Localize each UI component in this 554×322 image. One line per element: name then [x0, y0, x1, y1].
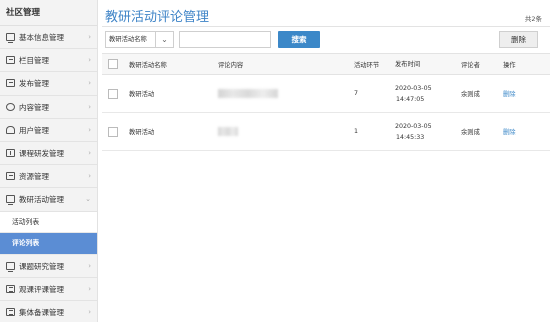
sidebar-item-column[interactable]: 栏目管理 › [0, 49, 97, 73]
cell-step: 7 [354, 90, 359, 97]
cell-step: 1 [354, 128, 359, 135]
toolbar: 教研活动名称 ⌄ 搜索 删除 [105, 31, 545, 48]
cell-activity-name: 教研活动 [129, 129, 155, 136]
user-icon [6, 125, 15, 134]
sidebar-item-label: 课程研发管理 [19, 148, 64, 158]
cell-time: 2020-03-05 14:47:05 [395, 75, 432, 112]
chevron-right-icon: › [88, 284, 91, 293]
chevron-right-icon: › [88, 56, 91, 65]
monitor-icon [6, 261, 15, 272]
chevron-right-icon: › [88, 172, 91, 181]
title-divider [102, 26, 550, 27]
cell-clock: 14:47:05 [396, 95, 425, 103]
row-checkbox[interactable] [108, 126, 118, 137]
sidebar-item-label: 栏目管理 [19, 56, 49, 66]
row-checkbox[interactable] [108, 88, 118, 99]
sidebar: 社区管理 基本信息管理 › 栏目管理 › 发布管理 › 内容管理 › 用户管理 … [0, 0, 98, 322]
redacted-content [218, 89, 278, 98]
delete-button[interactable]: 删除 [499, 31, 538, 48]
cell-activity-name: 教研活动 [129, 91, 155, 98]
column-header-time: 发布时间 [395, 60, 421, 68]
cell-time: 2020-03-05 14:45:33 [395, 113, 432, 150]
monitor-icon [6, 33, 15, 43]
sidebar-item-course-dev[interactable]: 课程研发管理 › [0, 142, 97, 166]
sidebar-item-research[interactable]: 课题研究管理 › [0, 255, 97, 278]
chevron-right-icon: › [88, 307, 91, 316]
cell-clock: 14:45:33 [396, 133, 425, 141]
filter-select-value: 教研活动名称 [109, 36, 147, 43]
list-icon [6, 172, 15, 181]
column-header-content: 评论内容 [218, 61, 244, 69]
monitor-icon [6, 195, 15, 206]
sidebar-item-label: 课题研究管理 [19, 261, 64, 271]
column-header-author: 评论者 [461, 61, 480, 69]
sidebar-item-lesson-review[interactable]: 观课评课管理 › [0, 278, 97, 301]
sidebar-item-label: 资源管理 [19, 172, 49, 182]
column-header-operation: 操作 [503, 61, 516, 69]
list-icon [6, 79, 15, 88]
list-icon [6, 307, 15, 316]
cell-date: 2020-03-05 [395, 122, 432, 130]
table-row: 教研活动 7 2020-03-05 14:47:05 余则成 删除 [102, 75, 550, 113]
sidebar-item-publish[interactable]: 发布管理 › [0, 72, 97, 96]
sidebar-item-label: 用户管理 [19, 125, 49, 135]
sidebar-subitem-activity-list[interactable]: 活动列表 [0, 211, 97, 233]
upload-icon [6, 148, 15, 157]
sidebar-item-content[interactable]: 内容管理 › [0, 96, 97, 119]
redacted-content [218, 127, 238, 136]
sidebar-item-label: 基本信息管理 [19, 33, 64, 42]
sidebar-item-label: 发布管理 [19, 79, 49, 89]
sidebar-item-label: 观课评课管理 [19, 284, 64, 294]
chat-icon [6, 102, 15, 111]
sidebar-item-user[interactable]: 用户管理 › [0, 119, 97, 142]
chevron-right-icon: › [88, 33, 91, 41]
table-row: 教研活动 1 2020-03-05 14:45:33 余则成 删除 [102, 113, 550, 151]
sidebar-item-group-prep[interactable]: 集体备课管理 › [0, 301, 97, 322]
list-icon [6, 284, 15, 293]
sidebar-item-label: 集体备课管理 [19, 307, 64, 317]
sidebar-item-basic-info[interactable]: 基本信息管理 › [0, 26, 97, 50]
list-icon [6, 56, 15, 65]
cell-author: 余则成 [461, 91, 480, 98]
search-button[interactable]: 搜索 [278, 31, 320, 48]
chevron-right-icon: › [88, 102, 91, 111]
chevron-down-icon[interactable]: ⌄ [155, 32, 173, 47]
cell-author: 余则成 [461, 129, 480, 136]
main-panel: 教研活动评论管理 共2条 教研活动名称 ⌄ 搜索 删除 教研活动名称 评论内容 … [98, 0, 554, 322]
chevron-down-icon: ⌄ [85, 195, 91, 204]
row-delete-link[interactable]: 删除 [503, 89, 516, 98]
select-all-checkbox[interactable] [108, 59, 118, 69]
comment-table: 教研活动名称 评论内容 活动环节 发布时间 评论者 操作 教研活动 7 2020… [102, 53, 550, 151]
column-header-activity-name: 教研活动名称 [129, 61, 167, 69]
column-header-step: 活动环节 [354, 61, 380, 69]
total-count: 共2条 [524, 15, 542, 23]
chevron-right-icon: › [88, 79, 91, 88]
chevron-right-icon: › [88, 261, 91, 270]
search-input[interactable] [179, 31, 271, 48]
cell-comment-content [218, 75, 278, 112]
chevron-right-icon: › [88, 125, 91, 134]
sidebar-item-label: 内容管理 [19, 102, 49, 112]
page-title: 教研活动评论管理 [105, 10, 210, 25]
sidebar-title: 社区管理 [0, 0, 97, 26]
row-delete-link[interactable]: 删除 [503, 127, 516, 136]
chevron-right-icon: › [88, 148, 91, 157]
sidebar-subitem-comment-list[interactable]: 评论列表 [0, 233, 97, 255]
cell-date: 2020-03-05 [395, 84, 432, 92]
sidebar-item-resource[interactable]: 资源管理 › [0, 165, 97, 189]
filter-select[interactable]: 教研活动名称 ⌄ [105, 31, 174, 48]
sidebar-item-teaching-activity[interactable]: 教研活动管理 ⌄ [0, 188, 97, 212]
cell-comment-content [218, 113, 238, 150]
table-header: 教研活动名称 评论内容 活动环节 发布时间 评论者 操作 [102, 53, 550, 75]
sidebar-item-label: 教研活动管理 [19, 195, 64, 205]
